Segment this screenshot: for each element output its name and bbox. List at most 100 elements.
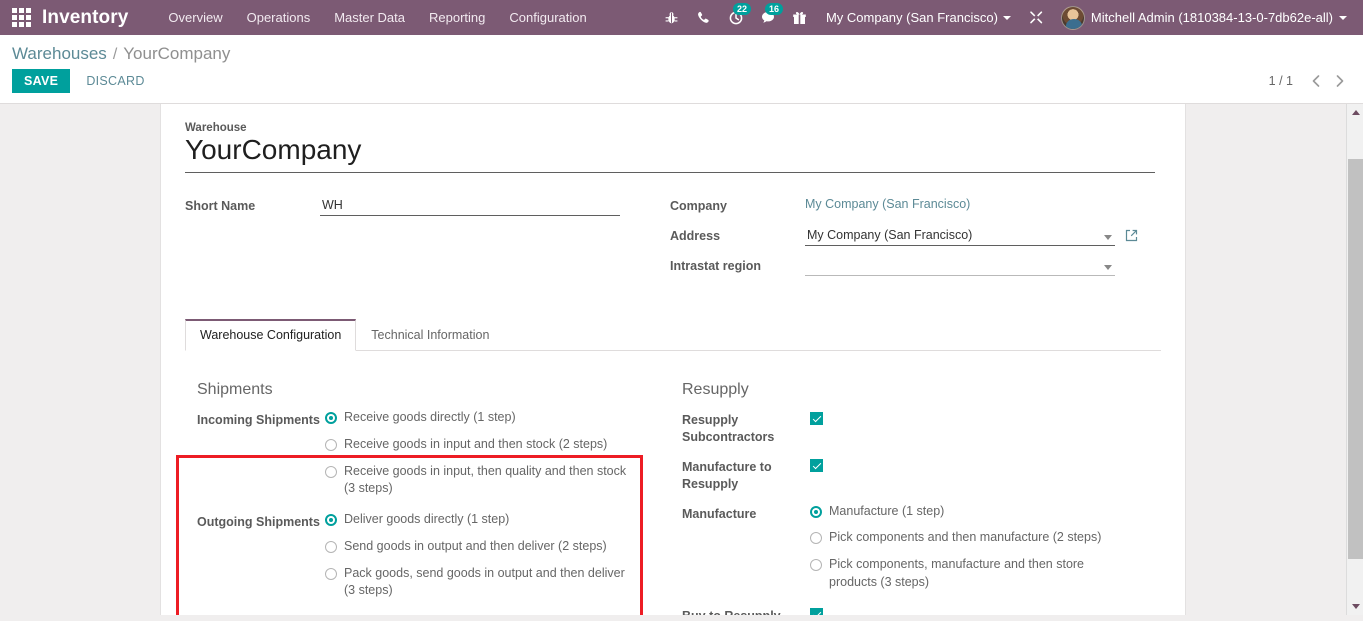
- app-brand-inventory[interactable]: Inventory: [42, 7, 128, 29]
- user-menu[interactable]: Mitchell Admin (1810384-13-0-7db62e-all): [1053, 2, 1355, 34]
- discard-button[interactable]: DISCARD: [76, 69, 154, 93]
- company-label: Company: [670, 199, 727, 214]
- systray: 22 16 My Company (San Francisco) Mitchel…: [656, 0, 1363, 35]
- tab-technical-information[interactable]: Technical Information: [356, 319, 504, 351]
- resupply-subcontractors-label: Resupply Subcontractors: [682, 413, 775, 445]
- radio-incoming-1-step[interactable]: Receive goods directly (1 step): [325, 409, 670, 427]
- notebook: Warehouse Configuration Technical Inform…: [185, 319, 1161, 615]
- intrastat-region-value: [805, 257, 1115, 275]
- warehouse-name-input[interactable]: YourCompany: [185, 134, 1155, 174]
- form-column-left: Short Name WH: [185, 197, 670, 287]
- radio-icon[interactable]: [810, 532, 822, 545]
- radio-incoming-2-steps[interactable]: Receive goods in input and then stock (2…: [325, 436, 670, 454]
- content-area: Warehouse YourCompany Short Name WH Comp…: [0, 104, 1363, 615]
- radio-label: Pick components, manufacture and then st…: [829, 557, 1085, 589]
- radio-label: Pack goods, send goods in output and the…: [344, 565, 625, 598]
- company-value-link[interactable]: My Company (San Francisco): [805, 197, 970, 211]
- field-company: Company My Company (San Francisco): [670, 197, 1160, 219]
- chevron-down-icon[interactable]: [1104, 265, 1112, 271]
- manufacture-options: Manufacture (1 step) Pick components and…: [810, 503, 1160, 601]
- menu-item-configuration[interactable]: Configuration: [497, 1, 598, 34]
- buy-to-resupply-row: Buy to Resupply: [670, 605, 1160, 615]
- outgoing-shipments-row: Outgoing Shipments Deliver goods directl…: [185, 511, 670, 609]
- scrollbar-thumb[interactable]: [1348, 159, 1363, 559]
- intrastat-region-select[interactable]: [805, 257, 1115, 277]
- debug-wrench-icon[interactable]: [1021, 0, 1053, 35]
- radio-icon[interactable]: [325, 514, 337, 527]
- form-title-label: Warehouse: [185, 122, 247, 134]
- user-menu-label: Mitchell Admin (1810384-13-0-7db62e-all): [1090, 10, 1333, 25]
- gift-icon[interactable]: [784, 0, 816, 35]
- menu-item-reporting[interactable]: Reporting: [417, 1, 497, 34]
- messages-count-badge: 16: [764, 3, 783, 15]
- form-fields: Short Name WH Company My Company (San Fr…: [185, 197, 1161, 287]
- phone-icon[interactable]: [688, 0, 720, 35]
- radio-outgoing-2-steps[interactable]: Send goods in output and then deliver (2…: [325, 538, 670, 556]
- address-select[interactable]: My Company (San Francisco): [805, 227, 1115, 247]
- apps-grid-icon[interactable]: [0, 0, 42, 35]
- vertical-scrollbar[interactable]: [1346, 104, 1363, 615]
- breadcrumb: Warehouses / YourCompany: [12, 35, 1351, 67]
- radio-icon[interactable]: [810, 559, 822, 572]
- shipments-group: Shipments Incoming Shipments Receive goo…: [185, 367, 670, 615]
- company-selector-label: My Company (San Francisco): [825, 10, 998, 25]
- radio-label: Receive goods in input and then stock (2…: [344, 436, 608, 451]
- notebook-tabs: Warehouse Configuration Technical Inform…: [185, 319, 1161, 352]
- resupply-group: Resupply Resupply Subcontractors Manufac…: [670, 367, 1160, 615]
- intrastat-region-label: Intrastat region: [670, 259, 761, 274]
- form-column-right: Company My Company (San Francisco) Addre…: [670, 197, 1160, 287]
- avatar: [1060, 5, 1085, 30]
- radio-icon[interactable]: [810, 505, 822, 518]
- field-short-name: Short Name WH: [185, 197, 670, 219]
- radio-icon[interactable]: [325, 412, 337, 425]
- radio-label: Receive goods directly (1 step): [344, 410, 516, 425]
- resupply-subcontractors-checkbox[interactable]: [810, 412, 823, 426]
- outgoing-shipments-label: Outgoing Shipments: [197, 515, 320, 530]
- chevron-left-icon[interactable]: [1305, 70, 1327, 92]
- external-link-icon[interactable]: [1125, 227, 1138, 247]
- chevron-right-icon[interactable]: [1329, 70, 1351, 92]
- company-selector[interactable]: My Company (San Francisco): [816, 2, 1021, 33]
- short-name-label: Short Name: [185, 199, 256, 214]
- incoming-shipments-row: Incoming Shipments Receive goods directl…: [185, 409, 670, 507]
- outgoing-shipments-options: Deliver goods directly (1 step) Send goo…: [325, 511, 670, 609]
- tab-warehouse-configuration[interactable]: Warehouse Configuration: [185, 319, 357, 352]
- control-panel: Warehouses / YourCompany SAVE DISCARD 1 …: [0, 35, 1363, 104]
- field-intrastat-region: Intrastat region: [670, 257, 1160, 279]
- radio-manufacture-2-steps[interactable]: Pick components and then manufacture (2 …: [810, 529, 1160, 547]
- radio-manufacture-3-steps[interactable]: Pick components, manufacture and then st…: [810, 556, 1160, 592]
- short-name-input[interactable]: WH: [320, 197, 620, 217]
- incoming-shipments-options: Receive goods directly (1 step) Receive …: [325, 409, 670, 507]
- menu-item-overview[interactable]: Overview: [156, 1, 234, 34]
- bug-icon[interactable]: [656, 0, 688, 35]
- breadcrumb-warehouses[interactable]: Warehouses: [12, 44, 107, 64]
- menu-item-master-data[interactable]: Master Data: [322, 1, 417, 34]
- buy-to-resupply-checkbox[interactable]: [810, 607, 823, 615]
- manufacture-row: Manufacture Manufacture (1 step) Pick co…: [670, 503, 1160, 601]
- radio-incoming-3-steps[interactable]: Receive goods in input, then quality and…: [325, 463, 670, 499]
- chevron-down-icon[interactable]: [1104, 235, 1112, 241]
- scroll-down-arrow-icon[interactable]: [1347, 598, 1363, 615]
- chevron-down-icon: [1002, 15, 1011, 20]
- radio-manufacture-1-step[interactable]: Manufacture (1 step): [810, 503, 1160, 521]
- save-button[interactable]: SAVE: [12, 69, 71, 93]
- incoming-shipments-label: Incoming Shipments: [197, 413, 320, 428]
- manufacture-to-resupply-checkbox[interactable]: [810, 458, 823, 472]
- manufacture-to-resupply-label: Manufacture to Resupply: [682, 459, 772, 491]
- radio-icon[interactable]: [325, 540, 337, 553]
- radio-icon[interactable]: [325, 465, 337, 478]
- clock-activity-icon[interactable]: 22: [720, 0, 752, 35]
- scroll-up-arrow-icon[interactable]: [1347, 104, 1363, 121]
- activity-count-badge: 22: [732, 3, 751, 15]
- radio-label: Deliver goods directly (1 step): [344, 512, 510, 527]
- chevron-down-icon: [1339, 15, 1347, 20]
- comment-messages-icon[interactable]: 16: [752, 0, 784, 35]
- pager-count: 1 / 1: [1268, 74, 1293, 88]
- radio-outgoing-1-step[interactable]: Deliver goods directly (1 step): [325, 511, 670, 529]
- form-sheet: Warehouse YourCompany Short Name WH Comp…: [160, 104, 1186, 615]
- radio-icon[interactable]: [325, 567, 337, 580]
- breadcrumb-current: YourCompany: [123, 44, 231, 63]
- radio-icon[interactable]: [325, 438, 337, 451]
- radio-outgoing-3-steps[interactable]: Pack goods, send goods in output and the…: [325, 565, 670, 601]
- menu-item-operations[interactable]: Operations: [235, 1, 323, 34]
